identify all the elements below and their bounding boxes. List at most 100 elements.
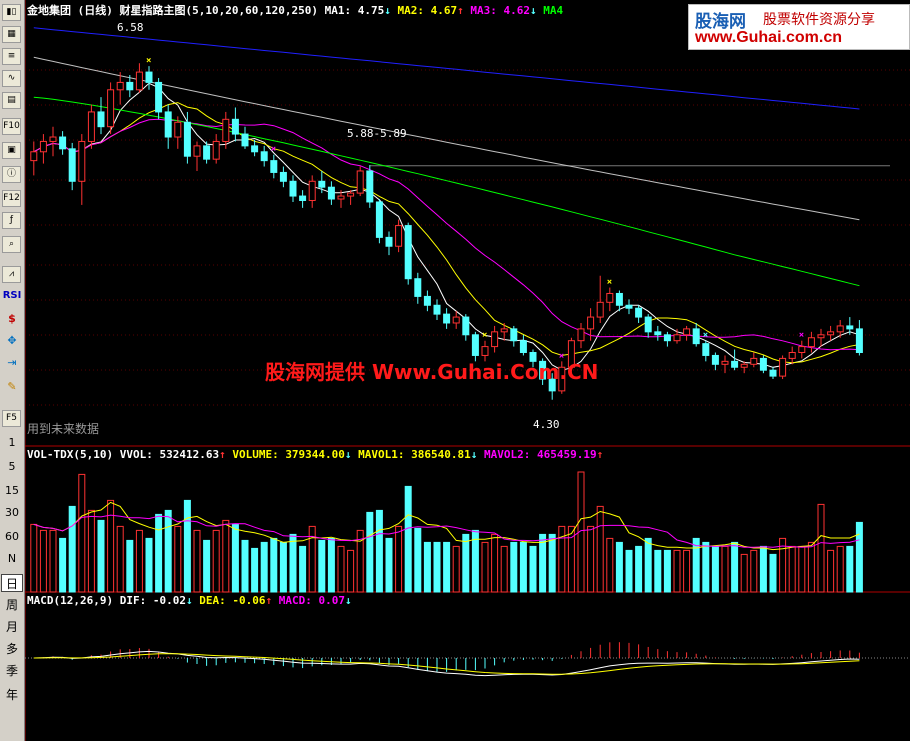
volume-bar bbox=[519, 541, 527, 593]
macd-indicator-name: MACD(12,26,9) bbox=[27, 594, 114, 607]
candle-body bbox=[193, 145, 201, 157]
f10-icon[interactable]: F10 bbox=[2, 118, 21, 135]
volume-bar bbox=[443, 541, 451, 593]
volume-bar bbox=[241, 539, 249, 593]
period-60min[interactable]: 60 bbox=[0, 530, 24, 543]
period-week[interactable]: 周 bbox=[1, 596, 23, 614]
candle-body bbox=[270, 160, 278, 173]
main-indicator-name: 财星指路主图(5,10,20,60,120,250) bbox=[119, 4, 318, 17]
fundamentals-icon[interactable]: ▤ bbox=[2, 92, 21, 109]
f9-icon[interactable]: ▣ bbox=[2, 142, 21, 159]
candle-body bbox=[68, 148, 76, 182]
report-icon[interactable]: ≡ bbox=[2, 48, 21, 65]
search-icon[interactable]: ⌕ bbox=[2, 236, 21, 253]
table-icon[interactable]: ▦ bbox=[2, 26, 21, 43]
volume-bar bbox=[798, 545, 806, 593]
macd-legend: MACD(12,26,9) DIF: -0.02↓ DEA: -0.06↑ MA… bbox=[27, 594, 352, 607]
volume-bar bbox=[337, 545, 345, 593]
candle-body bbox=[260, 151, 268, 162]
signal-marker: × bbox=[703, 331, 708, 341]
ma2-arrow: ↑ bbox=[457, 4, 464, 17]
volume-bar bbox=[663, 549, 671, 593]
volume-bar bbox=[97, 519, 105, 593]
candle-body bbox=[462, 316, 470, 336]
signal-marker: × bbox=[146, 56, 151, 66]
candle-body bbox=[279, 171, 287, 182]
period-month[interactable]: 月 bbox=[1, 618, 23, 636]
volume-bar bbox=[759, 545, 767, 593]
mavol2-label: MAVOL2: bbox=[484, 448, 531, 461]
candle-body bbox=[222, 118, 230, 142]
candle-body bbox=[251, 145, 259, 153]
period-day[interactable]: 日 bbox=[1, 574, 23, 592]
volume-bar bbox=[711, 545, 719, 593]
candle-body bbox=[375, 201, 383, 238]
info-icon[interactable]: ⓘ bbox=[2, 166, 21, 183]
candle-body bbox=[59, 136, 67, 150]
signal-marker: × bbox=[271, 145, 276, 155]
volume-bar bbox=[606, 537, 614, 593]
money-icon[interactable]: $ bbox=[0, 312, 24, 325]
volume-bar bbox=[625, 549, 633, 593]
candle-body bbox=[366, 170, 374, 203]
volume-bar bbox=[289, 533, 297, 593]
candle-body bbox=[212, 140, 220, 160]
volume-bar bbox=[347, 549, 355, 593]
pencil-icon[interactable]: ✎ bbox=[0, 380, 24, 393]
volume-arrow: ↓ bbox=[344, 448, 352, 461]
candle-body bbox=[500, 328, 508, 333]
vvol-value: 532412.63 bbox=[159, 448, 220, 461]
period-5min[interactable]: 5 bbox=[0, 460, 24, 473]
candle-body bbox=[750, 357, 758, 365]
period-15min[interactable]: 15 bbox=[0, 484, 24, 497]
dif-arrow: ↓ bbox=[185, 594, 193, 607]
candle-body bbox=[327, 186, 335, 200]
ma3-arrow: ↓ bbox=[529, 4, 537, 17]
volume-bar bbox=[164, 509, 172, 593]
period-year[interactable]: 年 bbox=[1, 686, 23, 704]
candle-body bbox=[827, 331, 835, 336]
watermark-banner: 股海网 股票软件资源分享 www.Guhai.com.cn bbox=[688, 4, 910, 50]
volume-bar bbox=[395, 525, 403, 593]
volume-bar bbox=[49, 529, 57, 593]
chart-area[interactable]: × × × × × × × 金地集团 (日线) 财星指路主图(5,10,20,60,120,… bbox=[25, 0, 910, 741]
f5-button[interactable]: F5 bbox=[2, 410, 21, 427]
volume-bar bbox=[587, 525, 595, 593]
candle-body bbox=[414, 278, 422, 297]
indicator-icon[interactable]: ⩘ bbox=[2, 266, 21, 283]
dif-label: DIF: bbox=[119, 594, 147, 607]
dea-label: DEA: bbox=[199, 594, 226, 607]
period-n[interactable]: N bbox=[0, 552, 24, 565]
period-multi[interactable]: 多 bbox=[1, 640, 23, 658]
volume-bar bbox=[39, 529, 47, 593]
candle-body bbox=[491, 331, 499, 348]
period-quarter[interactable]: 季 bbox=[1, 662, 23, 680]
rsi-button[interactable]: RSI bbox=[0, 290, 24, 301]
volume-bar bbox=[788, 545, 796, 593]
signal-marker: × bbox=[607, 278, 612, 288]
stock-title: 金地集团 (日线) bbox=[27, 4, 113, 17]
mavol1-label: MAVOL1: bbox=[358, 448, 405, 461]
volume-bar bbox=[299, 545, 307, 593]
period-30min[interactable]: 30 bbox=[0, 506, 24, 519]
fenshi-icon[interactable]: ∿ bbox=[2, 70, 21, 87]
volume-bar bbox=[673, 549, 681, 593]
candle-body bbox=[395, 225, 403, 247]
candle-body bbox=[116, 81, 124, 91]
period-1min[interactable]: 1 bbox=[0, 436, 24, 449]
f12-icon[interactable]: F12 bbox=[2, 190, 21, 207]
candle-body bbox=[97, 111, 105, 128]
candle-body bbox=[39, 140, 47, 153]
mavol1-arrow: ↓ bbox=[470, 448, 478, 461]
candle-body bbox=[299, 195, 307, 201]
formula-icon[interactable]: ƒ bbox=[2, 212, 21, 229]
watermark-slogan: 股票软件资源分享 bbox=[763, 12, 875, 28]
candle-body bbox=[423, 295, 431, 306]
vvol-label: VVOL: bbox=[119, 448, 153, 461]
volume-bar bbox=[423, 541, 431, 593]
kline-icon[interactable]: ▮▯ bbox=[2, 4, 21, 21]
move-icon[interactable]: ✥ bbox=[0, 334, 24, 347]
volume-bar bbox=[327, 537, 335, 593]
vol-indicator-name: VOL-TDX(5,10) bbox=[27, 448, 114, 461]
exit-icon[interactable]: ⇥ bbox=[0, 356, 24, 369]
